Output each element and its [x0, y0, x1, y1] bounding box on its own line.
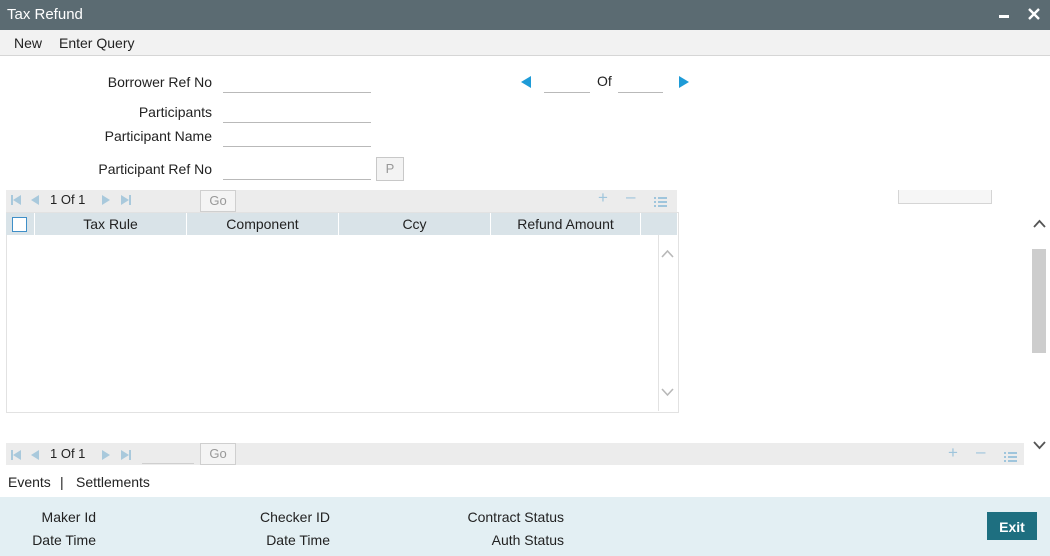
column-header-tax-rule[interactable]: Tax Rule: [35, 213, 187, 235]
window-title: Tax Refund: [7, 6, 83, 23]
page-scrollbar[interactable]: [1031, 205, 1047, 450]
scroll-thumb[interactable]: [1032, 249, 1046, 353]
scroll-down-icon[interactable]: [1033, 437, 1046, 453]
participant-ref-input[interactable]: [223, 159, 371, 180]
current-record-input[interactable]: [544, 72, 590, 93]
column-header-ccy[interactable]: Ccy: [339, 213, 491, 235]
grid-pager-text: 1 Of 1: [50, 192, 86, 207]
bottom-last-page-icon[interactable]: [120, 448, 132, 464]
title-bar: Tax Refund: [0, 0, 1050, 30]
bottom-first-page-icon[interactable]: [10, 448, 22, 464]
bottom-single-view-icon[interactable]: [1004, 448, 1017, 468]
exit-button[interactable]: Exit: [987, 512, 1037, 540]
next-page-icon[interactable]: [101, 193, 111, 209]
bottom-add-row-icon[interactable]: +: [948, 443, 958, 463]
total-records-input[interactable]: [618, 72, 663, 93]
bottom-pager-text: 1 Of 1: [50, 446, 86, 461]
of-label: Of: [597, 73, 612, 89]
bottom-delete-row-icon[interactable]: –: [976, 442, 985, 462]
new-menu-item[interactable]: New: [14, 35, 42, 51]
grid-scrollbar-track: [658, 235, 659, 411]
first-page-icon[interactable]: [10, 193, 22, 209]
select-all-checkbox[interactable]: [12, 217, 27, 232]
bottom-go-button[interactable]: Go: [200, 443, 236, 465]
checker-date-time-label: Date Time: [266, 532, 330, 548]
participant-name-label: Participant Name: [104, 128, 212, 144]
add-row-icon[interactable]: +: [598, 190, 608, 208]
maker-id-label: Maker Id: [41, 509, 96, 525]
bottom-next-page-icon[interactable]: [101, 448, 111, 464]
column-header-component[interactable]: Component: [187, 213, 339, 235]
column-header-refund-amount[interactable]: Refund Amount: [491, 213, 641, 235]
contract-status-label: Contract Status: [467, 509, 565, 525]
grid-scroll-up-icon[interactable]: [661, 245, 674, 263]
participant-name-input[interactable]: [223, 126, 371, 147]
select-all-cell: [6, 213, 35, 235]
delete-row-icon[interactable]: –: [626, 190, 635, 207]
menu-bar: New Enter Query: [0, 30, 1050, 56]
bottom-toolbar: 1 Of 1 Go + –: [6, 442, 1024, 468]
enter-query-menu-item[interactable]: Enter Query: [59, 35, 134, 51]
grid-toolbar: 1 Of 1 Go + –: [6, 190, 677, 212]
participant-ref-label: Participant Ref No: [98, 161, 212, 177]
maker-date-time-label: Date Time: [32, 532, 96, 548]
participants-input[interactable]: [223, 102, 371, 123]
last-page-icon[interactable]: [120, 193, 132, 209]
grid-header: Tax Rule Component Ccy Refund Amount: [6, 213, 677, 235]
borrower-ref-input[interactable]: [223, 72, 371, 93]
next-record-icon[interactable]: [678, 75, 690, 92]
bottom-page-input-line: [142, 463, 194, 464]
borrower-ref-label: Borrower Ref No: [107, 74, 212, 90]
grid-scroll-down-icon[interactable]: [661, 384, 674, 402]
grid-go-button[interactable]: Go: [200, 190, 236, 212]
bottom-prev-page-icon[interactable]: [30, 448, 40, 464]
header-spacer: [641, 213, 657, 235]
tax-refund-grid: [6, 212, 679, 413]
single-view-icon[interactable]: [654, 193, 667, 212]
participant-lookup-button[interactable]: P: [376, 157, 404, 181]
hidden-panel-button[interactable]: [898, 190, 992, 204]
tab-separator: |: [60, 474, 64, 490]
checker-id-label: Checker ID: [259, 509, 330, 525]
participants-label: Participants: [138, 104, 212, 120]
close-icon[interactable]: [1023, 4, 1045, 26]
prev-page-icon[interactable]: [30, 193, 40, 209]
minimize-icon[interactable]: [993, 4, 1015, 26]
prev-record-icon[interactable]: [520, 75, 532, 92]
auth-status-label: Auth Status: [491, 532, 564, 548]
scroll-up-icon[interactable]: [1033, 215, 1046, 231]
events-tab[interactable]: Events: [8, 474, 51, 490]
settlements-tab[interactable]: Settlements: [76, 474, 150, 490]
